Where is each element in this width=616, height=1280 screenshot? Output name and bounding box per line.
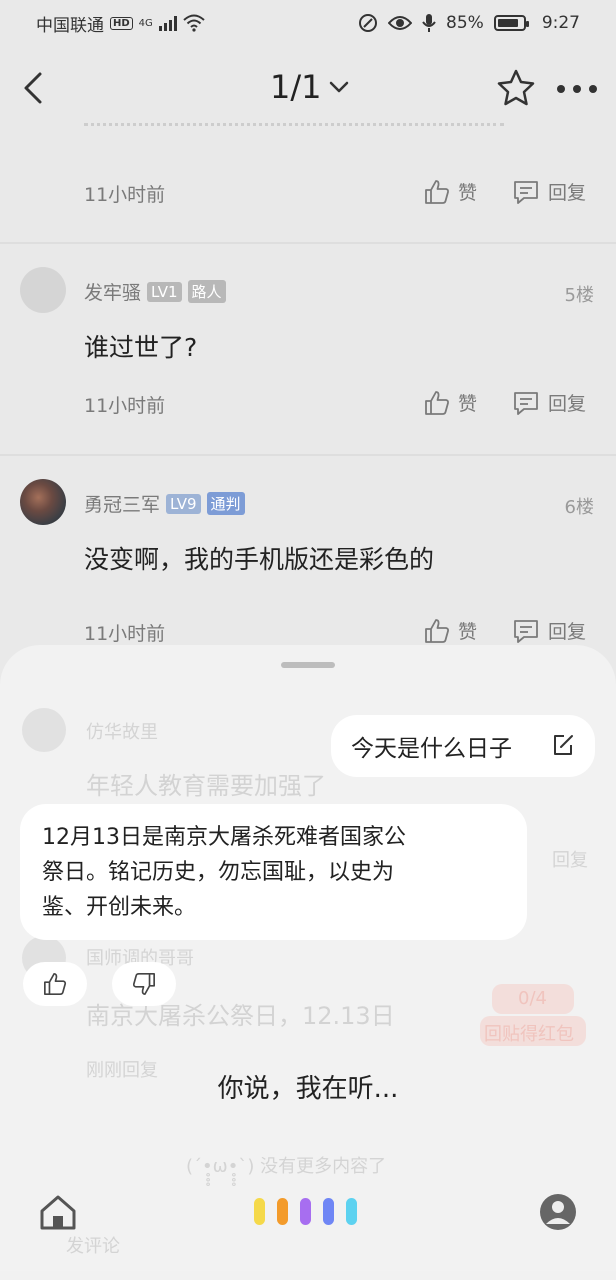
reply-label: 回复	[548, 621, 587, 643]
bg-comment-text: 年轻人教育需要加强了	[86, 772, 326, 800]
reply-label: 回复	[548, 393, 587, 415]
thumbs-up-icon	[425, 179, 449, 204]
title-badge: 通判	[206, 492, 245, 515]
page-indicator[interactable]: 1/1	[270, 68, 322, 106]
wave-bar	[277, 1198, 288, 1225]
wave-bar	[323, 1198, 334, 1225]
mic-status-icon	[422, 14, 436, 32]
like-button[interactable]: 赞	[424, 389, 477, 416]
status-bar: 中国联通 HD 4G 85% 9:27	[0, 0, 616, 46]
bg-username: 仿华故里	[86, 722, 158, 743]
comment-icon	[514, 391, 538, 415]
profile-icon[interactable]	[538, 1192, 578, 1232]
comment-time: 11小时前	[84, 184, 166, 206]
more-icon[interactable]	[556, 82, 598, 96]
back-arrow-icon[interactable]	[18, 68, 48, 108]
comment-time: 11小时前	[84, 623, 166, 645]
title-badge: 路人	[187, 280, 226, 303]
bg-badge-count: 0/4	[518, 988, 547, 1009]
reply-label: 回复	[548, 182, 587, 204]
comment-username[interactable]: 发牢骚 LV1 路人	[84, 278, 226, 305]
like-label: 赞	[458, 393, 478, 415]
voice-wave-icon[interactable]	[254, 1198, 357, 1225]
assistant-answer-bubble: 12月13日是南京大屠杀死难者国家公 祭日。铭记历史，勿忘国耻，以史为 鉴、开创…	[20, 804, 527, 940]
floor-number: 5楼	[564, 285, 594, 306]
sheet-drag-handle[interactable]	[281, 662, 335, 668]
eye-icon	[388, 16, 413, 30]
like-button[interactable]: 赞	[424, 178, 477, 205]
answer-line: 鉴、开创未来。	[42, 895, 197, 920]
comment-floor-6: 勇冠三军 LV9 通判 6楼 没变啊，我的手机版还是彩色的 11小时前 赞 回复	[0, 456, 616, 656]
thumbs-up-icon	[425, 618, 449, 643]
bg-reply: 回复	[552, 850, 588, 871]
hd-icon: HD	[110, 16, 133, 30]
comment-floor-4: 11小时前 赞 回复	[0, 123, 616, 242]
comment-icon	[514, 619, 538, 643]
bg-avatar	[22, 708, 66, 752]
thumbs-up-icon	[425, 390, 449, 415]
carrier-text: 中国联通	[36, 15, 104, 36]
bg-redpacket-text: 回贴得红包	[484, 1024, 574, 1045]
comment-username[interactable]: 勇冠三军 LV9 通判	[84, 490, 245, 517]
like-label: 赞	[458, 621, 478, 643]
battery-icon	[493, 15, 529, 31]
home-icon[interactable]	[38, 1192, 78, 1232]
level-badge: LV9	[166, 493, 201, 514]
avatar[interactable]	[20, 267, 66, 313]
comment-time: 11小时前	[84, 395, 166, 417]
avatar[interactable]	[20, 479, 66, 525]
reply-button[interactable]: 回复	[512, 389, 586, 416]
clock: 9:27	[541, 13, 580, 33]
wave-bar	[254, 1198, 265, 1225]
level-badge: LV1	[147, 281, 182, 302]
answer-line: 祭日。铭记历史，勿忘国耻，以史为	[42, 860, 395, 885]
comment-floor-5: 发牢骚 LV1 路人 5楼 谁过世了? 11小时前 赞 回复	[0, 244, 616, 454]
thumbs-up-icon	[44, 973, 67, 995]
thumbs-down-icon	[132, 973, 155, 995]
battery-level	[497, 19, 519, 27]
comment-icon	[514, 180, 538, 204]
comment-text: 谁过世了?	[84, 333, 198, 362]
username-text: 勇冠三军	[84, 494, 161, 516]
like-button[interactable]: 赞	[424, 617, 477, 644]
username-text: 发牢骚	[84, 282, 142, 304]
thumbs-down-button[interactable]	[112, 962, 176, 1006]
bg-comment-input: 发评论	[66, 1236, 120, 1257]
comment-text: 没变啊，我的手机版还是彩色的	[84, 545, 435, 574]
signal-icon	[158, 15, 177, 31]
edit-icon[interactable]	[551, 733, 575, 757]
reply-button[interactable]: 回复	[512, 617, 586, 644]
comment-content-clipped	[84, 116, 504, 126]
battery-percent: 85%	[446, 13, 484, 33]
network-type: 4G	[138, 17, 153, 29]
bg-end-text: (´•̥̥̥ω•̥̥̥`) 没有更多内容了	[186, 1156, 387, 1177]
user-query-text: 今天是什么日子	[351, 736, 512, 762]
answer-line: 12月13日是南京大屠杀死难者国家公	[42, 825, 406, 850]
wave-bar	[346, 1198, 357, 1225]
nfc-icon	[359, 14, 378, 32]
star-icon[interactable]	[496, 68, 536, 108]
chevron-down-icon[interactable]	[328, 76, 350, 98]
reply-button[interactable]: 回复	[512, 178, 586, 205]
thumbs-up-button[interactable]	[23, 962, 87, 1006]
wave-bar	[300, 1198, 311, 1225]
floor-number: 6楼	[564, 497, 594, 518]
listening-prompt: 你说，我在听...	[217, 1074, 399, 1104]
wifi-icon	[183, 14, 205, 32]
like-label: 赞	[458, 182, 478, 204]
